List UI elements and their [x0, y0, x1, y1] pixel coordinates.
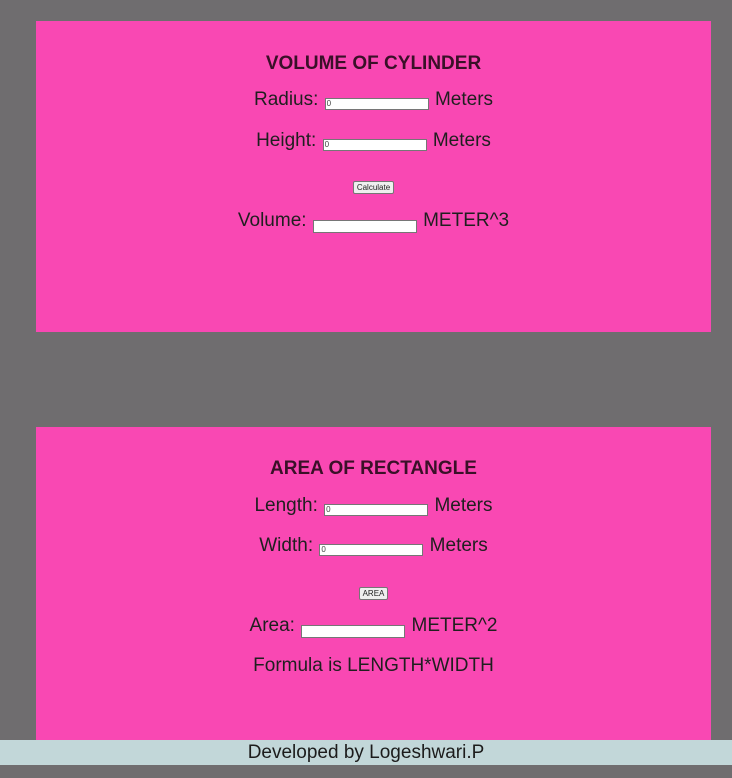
calculate-button[interactable]: Calculate	[352, 181, 395, 194]
length-row: Length: Meters	[36, 495, 711, 517]
height-input[interactable]	[322, 139, 427, 151]
radius-row: Radius: Meters	[36, 89, 711, 111]
volume-row: Volume: METER^3	[36, 210, 711, 233]
area-unit: METER^2	[411, 615, 498, 636]
footer: Developed by Logeshwari.P	[0, 740, 732, 765]
radius-label: Radius:	[253, 89, 319, 110]
formula-text: Formula is LENGTH*WIDTH	[253, 655, 494, 676]
cylinder-title: VOLUME OF CYLINDER	[265, 53, 482, 74]
calculate-button-wrap: Calculate	[36, 177, 711, 195]
area-row: Area: METER^2	[36, 615, 711, 638]
width-input[interactable]	[319, 544, 424, 556]
area-button-wrap: AREA	[36, 583, 711, 601]
height-row: Height: Meters	[36, 130, 711, 152]
area-button[interactable]: AREA	[358, 587, 389, 600]
length-input[interactable]	[324, 504, 429, 516]
width-unit: Meters	[429, 535, 488, 556]
area-output[interactable]	[301, 625, 406, 638]
area-label: Area:	[249, 615, 295, 636]
volume-label: Volume:	[237, 210, 307, 231]
rectangle-panel: AREA OF RECTANGLE Length: Meters Width: …	[36, 427, 711, 740]
height-label: Height:	[256, 130, 317, 151]
volume-unit: METER^3	[423, 210, 510, 231]
width-label: Width:	[259, 535, 314, 556]
cylinder-panel: VOLUME OF CYLINDER Radius: Meters Height…	[36, 21, 711, 332]
footer-credit: Developed by Logeshwari.P	[247, 742, 485, 763]
width-row: Width: Meters	[36, 535, 711, 557]
rectangle-title: AREA OF RECTANGLE	[270, 458, 477, 479]
height-unit: Meters	[432, 130, 491, 151]
radius-unit: Meters	[434, 89, 494, 110]
volume-output[interactable]	[312, 220, 417, 233]
length-label: Length:	[254, 495, 318, 516]
radius-input[interactable]	[324, 98, 429, 110]
length-unit: Meters	[434, 495, 493, 516]
